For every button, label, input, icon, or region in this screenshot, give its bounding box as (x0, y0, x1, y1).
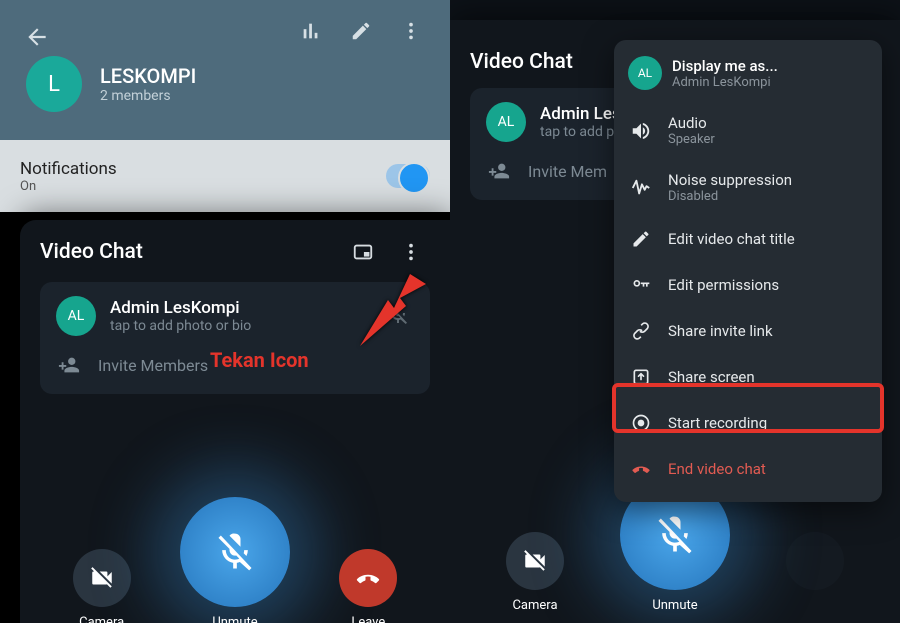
participant-name: Admin Les (540, 104, 621, 124)
menu-item-label: Noise suppression (668, 171, 792, 189)
notifications-label: Notifications (20, 159, 117, 179)
group-avatar[interactable]: L (26, 56, 82, 112)
menu-avatar: AL (628, 56, 662, 90)
participant-sub: tap to add p (540, 124, 621, 140)
share-screen-icon (630, 366, 652, 388)
pencil-icon (630, 228, 652, 250)
pencil-icon[interactable] (350, 20, 372, 42)
right-screenshot: Video Chat AL Admin Les tap to add p Inv… (450, 0, 900, 623)
menu-item-label: Share screen (668, 368, 755, 386)
group-members: 2 members (100, 88, 196, 104)
noise-icon (630, 177, 652, 199)
video-chat-panel: Video Chat AL Admin LesKompi tap to add … (20, 220, 450, 623)
hangup-icon (630, 458, 652, 480)
menu-item-label: Edit permissions (668, 276, 779, 294)
menu-header-title: Display me as... (672, 57, 778, 75)
notifications-row[interactable]: Notifications On (0, 140, 450, 212)
menu-item-record[interactable]: Start recording (614, 400, 882, 446)
participants-card: AL Admin LesKompi tap to add photo or bi… (40, 282, 430, 394)
record-icon (630, 412, 652, 434)
camera-button[interactable] (73, 549, 131, 607)
menu-item-label: Share invite link (668, 322, 773, 340)
menu-item-label: End video chat (668, 460, 766, 478)
menu-item-sub: Disabled (668, 189, 792, 204)
left-screenshot: L LESKOMPI 2 members Notifications On Vi… (0, 0, 450, 623)
menu-header[interactable]: AL Display me as... Admin LesKompi (614, 50, 882, 102)
menu-item-end-chat[interactable]: End video chat (614, 446, 882, 492)
speaker-icon (630, 120, 652, 142)
menu-item-noise[interactable]: Noise suppressionDisabled (614, 159, 882, 216)
leave-label: Leave (351, 615, 385, 623)
options-menu: AL Display me as... Admin LesKompi Audio… (614, 40, 882, 502)
participant-avatar: AL (56, 296, 96, 336)
back-icon[interactable] (24, 24, 50, 50)
group-name: LESKOMPI (100, 64, 196, 88)
more-icon[interactable] (400, 20, 422, 42)
add-person-icon (488, 160, 510, 182)
menu-item-audio[interactable]: AudioSpeaker (614, 102, 882, 159)
menu-item-label: Edit video chat title (668, 230, 795, 248)
menu-item-share-link[interactable]: Share invite link (614, 308, 882, 354)
participant-avatar: AL (486, 102, 526, 142)
participant-name: Admin LesKompi (110, 298, 251, 318)
invite-label: Invite Mem (528, 162, 607, 181)
participant-sub: tap to add photo or bio (110, 318, 251, 334)
menu-item-share-screen[interactable]: Share screen (614, 354, 882, 400)
video-chat-title: Video Chat (470, 50, 573, 74)
menu-item-edit-title[interactable]: Edit video chat title (614, 216, 882, 262)
add-person-icon (58, 354, 80, 376)
menu-item-label: Start recording (668, 414, 767, 432)
invite-members-row[interactable]: Invite Members (56, 350, 414, 380)
unmute-button[interactable] (180, 497, 290, 607)
camera-label: Camera (79, 615, 124, 623)
unmute-label: Unmute (652, 598, 697, 613)
link-icon (630, 320, 652, 342)
poll-icon[interactable] (300, 20, 322, 42)
leave-button[interactable] (339, 549, 397, 607)
invite-label: Invite Members (98, 356, 208, 375)
video-chat-title: Video Chat (40, 240, 143, 264)
group-header: L LESKOMPI 2 members (0, 0, 450, 140)
call-controls: Camera Unmute Leave (20, 497, 450, 623)
menu-item-permissions[interactable]: Edit permissions (614, 262, 882, 308)
leave-button[interactable] (786, 532, 844, 590)
menu-item-sub: Speaker (668, 132, 715, 147)
participant-row[interactable]: AL Admin LesKompi tap to add photo or bi… (56, 296, 414, 336)
more-icon[interactable] (400, 241, 422, 263)
notifications-status: On (20, 179, 117, 194)
camera-button[interactable] (506, 532, 564, 590)
menu-header-sub: Admin LesKompi (672, 75, 778, 90)
key-icon (630, 274, 652, 296)
menu-item-label: Audio (668, 114, 707, 132)
camera-label: Camera (512, 598, 557, 613)
pip-icon[interactable] (352, 241, 374, 263)
mic-off-icon (386, 302, 410, 326)
notifications-toggle[interactable] (386, 164, 430, 188)
unmute-label: Unmute (212, 615, 257, 623)
